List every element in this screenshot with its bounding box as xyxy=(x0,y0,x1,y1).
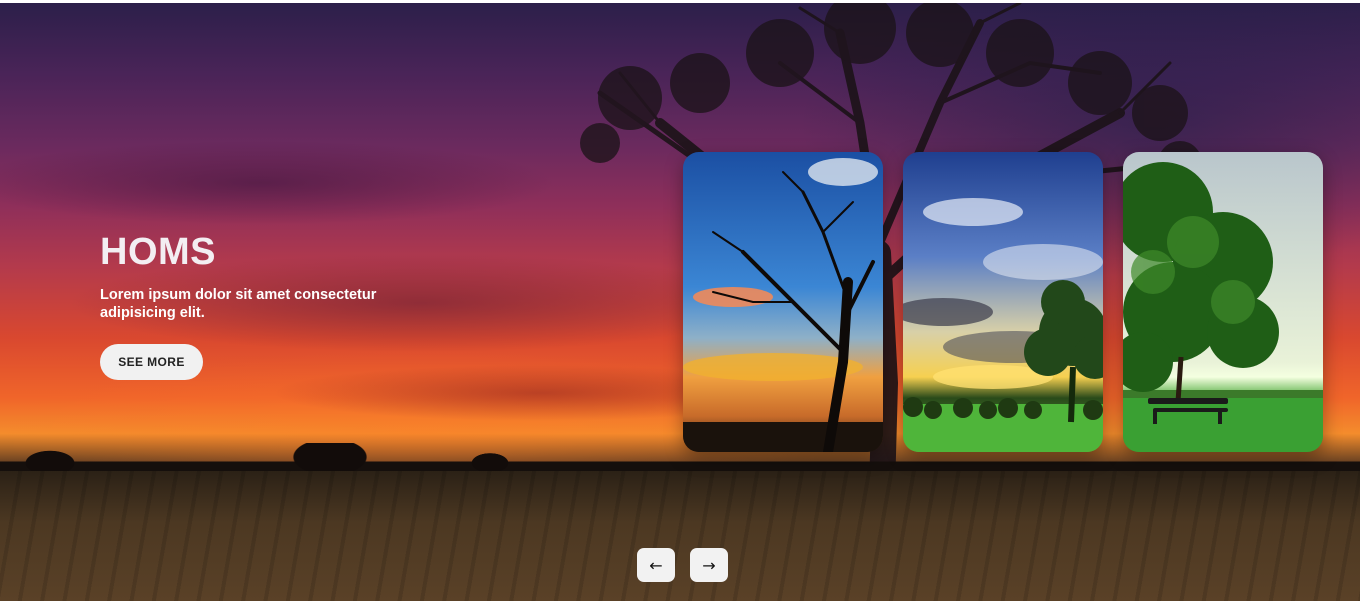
green-tree-bench-image xyxy=(1123,152,1323,452)
field-ground xyxy=(0,471,1360,601)
slide-content: HOMS Lorem ipsum dolor sit amet consecte… xyxy=(100,232,420,380)
slide-title: HOMS xyxy=(100,231,216,273)
thumbnail-card[interactable] xyxy=(903,152,1103,452)
thumbnail-card[interactable] xyxy=(683,152,883,452)
sunset-tree-silhouette-image xyxy=(683,152,883,452)
previous-slide-button[interactable]: ← xyxy=(637,548,675,582)
next-slide-button[interactable]: → xyxy=(690,548,728,582)
see-more-button[interactable]: SEE MORE xyxy=(100,344,203,380)
arrow-left-icon: ← xyxy=(649,555,663,575)
slide-description: Lorem ipsum dolor sit amet consectetur a… xyxy=(100,287,377,321)
thumbnail-card[interactable] xyxy=(1123,152,1323,452)
arrow-right-icon: → xyxy=(702,555,716,575)
cloudy-sky-tree-field-image xyxy=(903,152,1103,452)
